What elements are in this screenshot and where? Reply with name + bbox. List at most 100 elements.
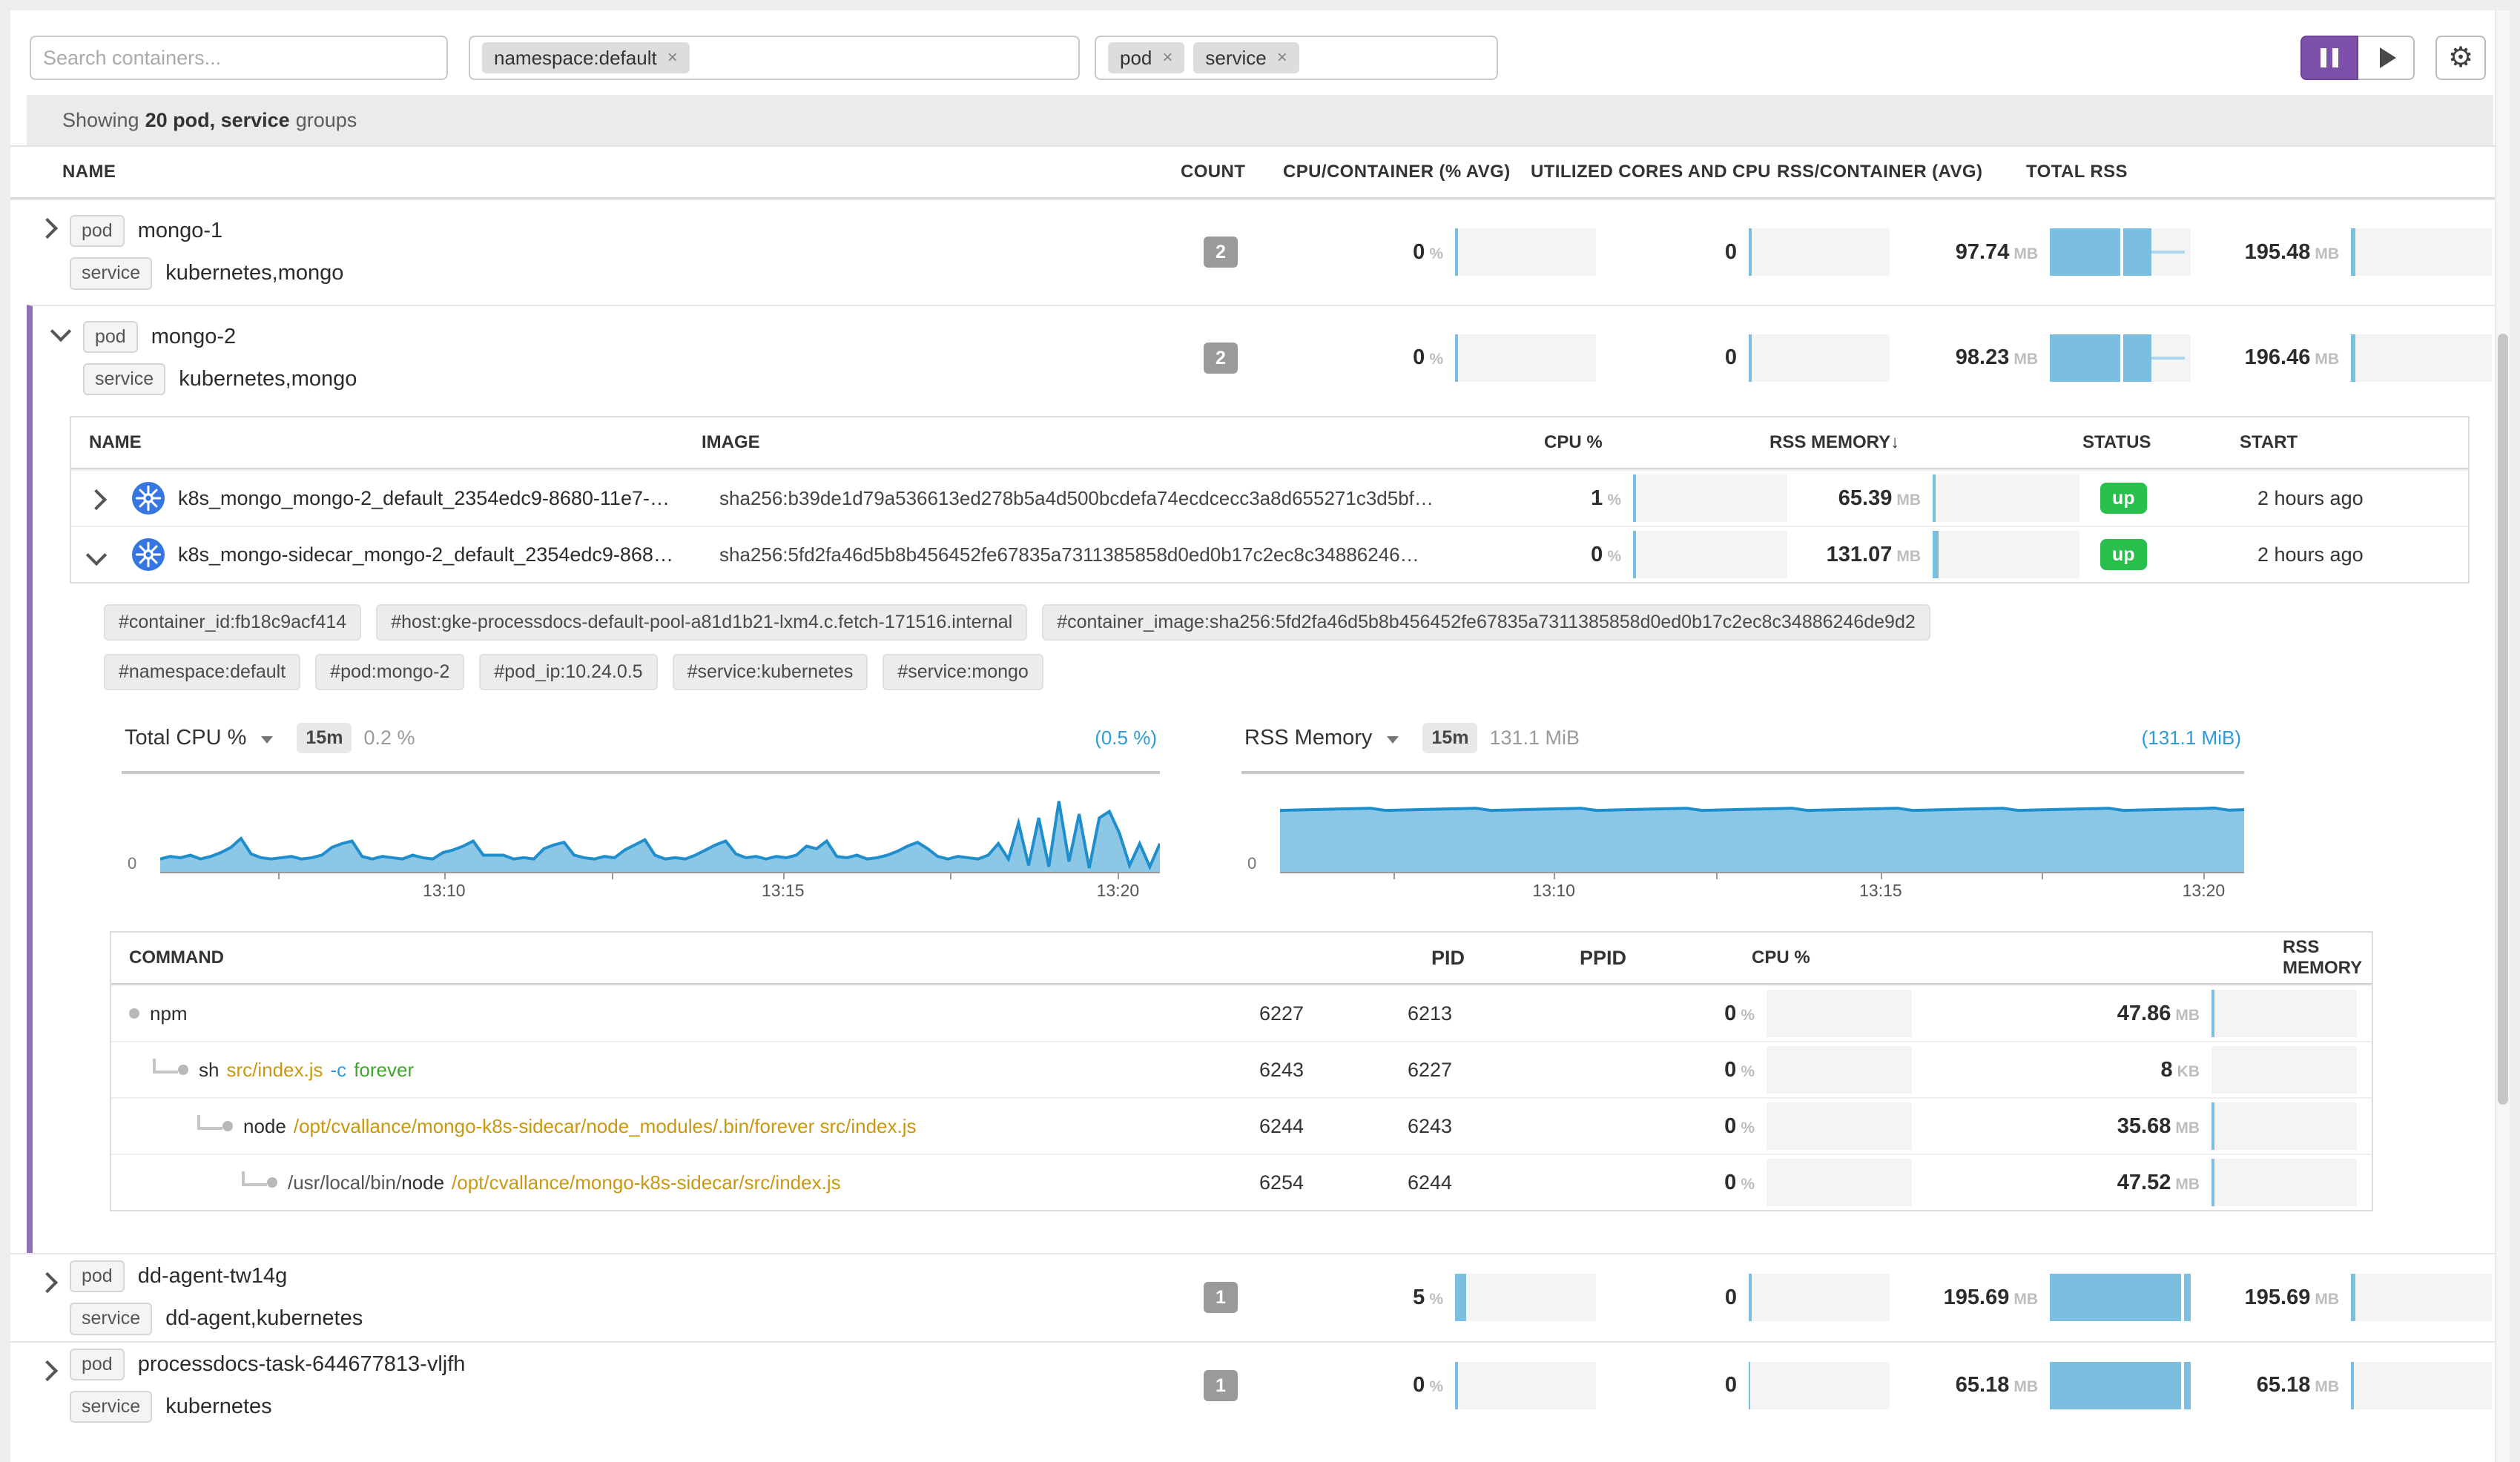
rss-peak-value[interactable]: (131.1 MiB) — [2142, 727, 2241, 750]
process-row-npm[interactable]: npm 6227 6213 0% 47.86MB — [111, 985, 2372, 1041]
vertical-scrollbar[interactable] — [2495, 10, 2510, 1462]
tag-namespace[interactable]: #namespace:default — [104, 654, 300, 690]
tag-container-image[interactable]: #container_image:sha256:5fd2fa46d5b8b456… — [1042, 604, 1930, 641]
tag-service-mongo[interactable]: #service:mongo — [883, 654, 1043, 690]
remove-filter-icon[interactable]: × — [667, 49, 678, 67]
expand-chevron-icon[interactable] — [37, 218, 58, 239]
expand-chevron-icon[interactable] — [86, 489, 107, 510]
groupby-tag-service[interactable]: service× — [1193, 42, 1299, 73]
col-header-cpu[interactable]: CPU/CONTAINER (% AVG) — [1283, 162, 1511, 182]
live-containers-page: namespace:default× pod× service× ⚙ Showi… — [0, 0, 2520, 1462]
cores-value: 0 — [1596, 1286, 1737, 1310]
service-type-badge: service — [70, 1391, 152, 1423]
service-names: dd-agent,kubernetes — [165, 1306, 363, 1331]
groupby-input[interactable]: pod × service× — [1095, 36, 1498, 80]
col-header-ppid[interactable]: PPID — [1580, 947, 1752, 970]
play-button[interactable] — [2358, 36, 2415, 80]
process-arg-path: /opt/cvallance/mongo-k8s-sidecar/node_mo… — [294, 1115, 917, 1138]
cores-value: 0 — [1596, 345, 1737, 370]
groupby-tag-label: pod — [1120, 48, 1152, 67]
col-header-total[interactable]: TOTAL RSS — [2026, 162, 2128, 182]
rss-avg-bar — [2050, 334, 2191, 382]
total-rss-bar — [2351, 334, 2492, 382]
col-header-rss[interactable]: RSS/CONTAINER (AVG) — [1777, 162, 1982, 182]
process-ppid: 6227 — [1408, 1059, 1580, 1082]
tag-host[interactable]: #host:gke-processdocs-default-pool-a81d1… — [376, 604, 1027, 641]
expand-chevron-icon[interactable] — [37, 1272, 58, 1293]
remove-groupby-icon[interactable]: × — [1277, 49, 1287, 67]
col-header-count[interactable]: COUNT — [1181, 162, 1245, 182]
groupby-tag-pod[interactable]: pod × — [1108, 42, 1184, 73]
container-rss-value: 65.39MB — [1787, 486, 1921, 511]
filter-input[interactable]: namespace:default× — [469, 36, 1080, 80]
col-header-cpu-pct[interactable]: CPU % — [1425, 432, 1769, 453]
process-rss-value: 35.68MB — [1912, 1114, 2200, 1139]
search-input[interactable] — [30, 36, 448, 80]
col-header-command[interactable]: COMMAND — [111, 947, 1431, 968]
pod-name: mongo-2 — [151, 325, 236, 349]
cpu-avg-bar — [1455, 228, 1596, 276]
process-rss-bar — [2211, 990, 2357, 1037]
process-ppid: 6244 — [1408, 1171, 1580, 1194]
tree-branch-icon — [242, 1171, 267, 1187]
process-row-sh[interactable]: shsrc/index.js-cforever 6243 6227 0% 8KB — [111, 1041, 2372, 1097]
pod-group-row-dd-agent[interactable]: poddd-agent-tw14g servicedd-agent,kubern… — [10, 1253, 2510, 1341]
process-row-node-forever[interactable]: node/opt/cvallance/mongo-k8s-sidecar/nod… — [111, 1097, 2372, 1154]
rss-chart-metric-select[interactable]: RSS Memory — [1244, 726, 1372, 750]
filter-tag-namespace[interactable]: namespace:default× — [482, 42, 690, 73]
cpu-peak-value[interactable]: (0.5 %) — [1095, 727, 1157, 750]
pod-name: processdocs-task-644677813-vljfh — [138, 1352, 466, 1377]
container-image: sha256:b39de1d79a536613ed278b5a4d500bcde… — [719, 487, 1443, 510]
col-header-name[interactable]: NAME — [62, 162, 116, 182]
process-ppid: 6243 — [1408, 1115, 1580, 1138]
col-header-container-name[interactable]: NAME — [71, 432, 702, 453]
settings-button[interactable]: ⚙ — [2435, 36, 2486, 80]
process-flag: -c — [331, 1059, 347, 1082]
cpu-chart-metric-select[interactable]: Total CPU % — [125, 726, 246, 750]
pod-group-row-mongo-2[interactable]: podmongo-2 servicekubernetes,mongo 2 0% … — [33, 306, 2510, 411]
service-type-badge: service — [70, 1303, 152, 1334]
tag-pod-ip[interactable]: #pod_ip:10.24.0.5 — [479, 654, 657, 690]
service-type-badge: service — [83, 363, 165, 395]
total-rss-bar — [2351, 1362, 2492, 1409]
expand-chevron-icon[interactable] — [37, 1360, 58, 1380]
process-command: node — [243, 1115, 286, 1138]
col-header-pid[interactable]: PID — [1431, 947, 1580, 970]
col-header-process-cpu[interactable]: CPU % — [1752, 947, 1927, 968]
container-count-badge: 1 — [1204, 1370, 1238, 1401]
col-header-rss-memory[interactable]: RSS MEMORY↓ — [1769, 432, 2062, 453]
col-header-image[interactable]: IMAGE — [702, 432, 1425, 453]
process-rss-bar — [2211, 1102, 2357, 1150]
rss-current-value: 131.1 MiB — [1489, 727, 1580, 750]
process-cpu-bar — [1767, 1159, 1912, 1206]
container-row-mongo-sidecar[interactable]: k8s_mongo-sidecar_mongo-2_default_2354ed… — [71, 526, 2468, 582]
pod-type-badge: pod — [83, 321, 138, 353]
cpu-avg-value: 0% — [1273, 345, 1443, 370]
process-row-node[interactable]: /usr/local/bin/node/opt/cvallance/mongo-… — [111, 1154, 2372, 1210]
total-rss-value: 65.18MB — [2191, 1373, 2339, 1398]
collapse-chevron-icon[interactable] — [50, 320, 71, 341]
scrollbar-thumb[interactable] — [2498, 334, 2508, 1105]
col-header-cores[interactable]: UTILIZED CORES AND CPU — [1531, 162, 1771, 182]
tree-branch-icon — [197, 1115, 222, 1131]
col-header-status[interactable]: STATUS — [2062, 432, 2240, 453]
tag-container-id[interactable]: #container_id:fb18c9acf414 — [104, 604, 361, 641]
process-pid: 6254 — [1259, 1171, 1408, 1194]
process-cpu-value: 0% — [1580, 1114, 1755, 1139]
content-area: namespace:default× pod× service× ⚙ Showi… — [10, 10, 2510, 1462]
cpu-avg-bar — [1455, 334, 1596, 382]
total-rss-bar — [2351, 228, 2492, 276]
col-header-process-rss[interactable]: RSS MEMORY — [1927, 937, 2372, 979]
remove-groupby-icon[interactable]: × — [1162, 49, 1172, 67]
tag-pod[interactable]: #pod:mongo-2 — [315, 654, 464, 690]
process-table: COMMAND PID PPID CPU % RSS MEMORY npm 62… — [110, 931, 2373, 1211]
process-arg: forever — [354, 1059, 414, 1082]
pod-group-row-mongo-1[interactable]: podmongo-1 servicekubernetes,mongo 2 0% … — [10, 199, 2510, 305]
pod-group-row-processdocs-task[interactable]: podprocessdocs-task-644677813-vljfh serv… — [10, 1341, 2510, 1429]
col-header-start[interactable]: START — [2240, 432, 2468, 453]
process-cpu-value: 0% — [1580, 1002, 1755, 1026]
tag-service-kubernetes[interactable]: #service:kubernetes — [673, 654, 868, 690]
collapse-chevron-icon[interactable] — [86, 544, 107, 565]
pause-button[interactable] — [2300, 36, 2358, 80]
container-row-mongo[interactable]: k8s_mongo_mongo-2_default_2354edc9-8680-… — [71, 469, 2468, 526]
